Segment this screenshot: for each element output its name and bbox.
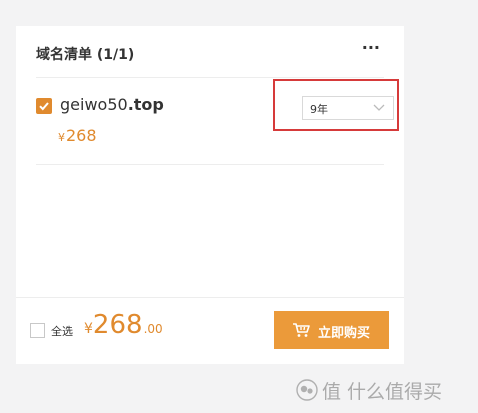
card-header: 域名清单 (1/1) ···	[36, 26, 384, 78]
total-price-symbol: ¥	[84, 321, 93, 337]
total-price: ¥268.00	[84, 310, 163, 340]
select-all-label: 全选	[51, 325, 73, 338]
page: 域名清单 (1/1) ··· geiwo50.top ¥268 9年 全选 ¥2…	[0, 0, 478, 413]
cart-icon	[293, 323, 310, 337]
domain-label: geiwo50	[60, 95, 128, 114]
domain-name: geiwo50.top	[60, 95, 164, 114]
item-checkbox[interactable]	[36, 98, 52, 114]
total-price-decimal: .00	[143, 322, 163, 336]
domain-tld: .top	[127, 95, 164, 114]
card-title: 域名清单 (1/1)	[36, 47, 135, 63]
item-price-symbol: ¥	[58, 131, 65, 144]
total-price-integer: 268	[92, 310, 143, 340]
duration-value: 9年	[310, 103, 328, 116]
checkout-footer: 全选 ¥268.00 立即购买	[16, 297, 404, 364]
domain-list-item: geiwo50.top ¥268 9年	[36, 78, 394, 165]
item-price: ¥268	[58, 126, 97, 145]
item-price-value: 268	[66, 126, 97, 145]
buy-now-label: 立即购买	[318, 325, 371, 340]
chevron-down-icon	[373, 104, 385, 111]
duration-select[interactable]: 9年	[302, 96, 394, 120]
watermark: 值 什么值得买	[296, 375, 474, 407]
check-icon	[39, 102, 49, 111]
watermark-text: 值 什么值得买	[322, 381, 443, 403]
select-all-checkbox[interactable]	[30, 323, 45, 338]
more-icon[interactable]: ···	[362, 38, 380, 57]
buy-now-button[interactable]: 立即购买	[274, 311, 389, 349]
watermark-logo-icon	[296, 379, 318, 401]
